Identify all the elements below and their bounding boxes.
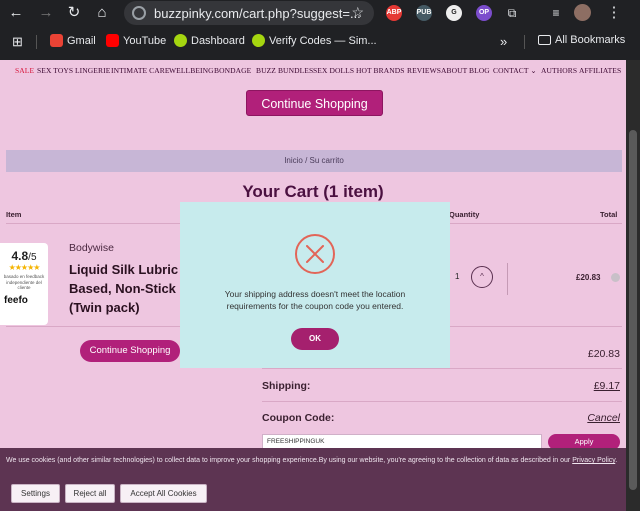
error-x-icon <box>295 234 335 274</box>
bookmark-divider <box>36 35 37 49</box>
cookie-reject-button[interactable]: Reject all <box>65 484 115 503</box>
apps-grid-icon[interactable]: ⊞ <box>12 34 23 50</box>
continue-shopping-button-bottom[interactable]: Continue Shopping <box>80 340 180 362</box>
bookmark-dashboard[interactable]: Dashboard <box>174 34 245 47</box>
nav-sale[interactable]: SALE <box>15 66 34 75</box>
bookmark-label: Dashboard <box>191 34 245 47</box>
bookmark-gmail[interactable]: Gmail <box>50 34 96 47</box>
rating-score: 4.8/5 <box>11 249 37 263</box>
subtotal-value: £20.83 <box>587 348 620 360</box>
bookmark-youtube[interactable]: YouTube <box>106 34 166 47</box>
youtube-icon <box>106 34 119 47</box>
nav-hot-brands[interactable]: HOT BRANDS <box>356 66 405 75</box>
nav-buzz-bundles[interactable]: BUZZ BUNDLES <box>256 66 313 75</box>
reading-list-icon[interactable]: ≡ <box>546 3 566 23</box>
menu-kebab-icon[interactable]: ⋮ <box>604 3 624 23</box>
coupon-cancel-link[interactable]: Cancel <box>587 412 620 424</box>
summary-divider <box>262 368 622 369</box>
rating-text: basado en feedback independiente del cli… <box>3 274 45 290</box>
nav-contact[interactable]: CONTACT ⌄ <box>493 66 537 75</box>
bookmark-label: Gmail <box>67 34 96 47</box>
bookmark-star-icon[interactable]: ☆ <box>351 4 364 21</box>
privacy-policy-link[interactable]: Privacy Policy <box>572 457 615 464</box>
scrollbar-thumb[interactable] <box>629 130 637 490</box>
feefo-rating-badge[interactable]: 4.8/5 ★★★★★ basado en feedback independi… <box>0 243 48 325</box>
nav-about[interactable]: ABOUT <box>441 66 467 75</box>
verify-icon <box>252 34 265 47</box>
cookie-text: We use cookies (and other similar techno… <box>6 456 620 466</box>
column-header-quantity: Quantity <box>449 210 480 219</box>
coupon-label: Coupon Code: <box>262 412 335 424</box>
dialog-message: Your shipping address doesn't meet the l… <box>224 289 406 311</box>
extension-icon-2[interactable]: OP <box>476 5 492 21</box>
rating-stars: ★★★★★ <box>8 263 41 272</box>
feefo-logo: feefo <box>4 294 28 306</box>
cookie-period: . <box>615 457 618 464</box>
shipping-label: Shipping: <box>262 380 311 392</box>
product-name-line: (Twin pack) <box>69 300 140 315</box>
extension-icon[interactable]: PUB <box>416 5 432 21</box>
main-navigation: SALE SEX TOYS LINGERIE INTIMATE CARE WEL… <box>0 66 626 80</box>
page-scrollbar[interactable] <box>626 60 640 511</box>
cart-title: Your Cart (1 item) <box>242 182 384 201</box>
nav-authors[interactable]: AUTHORS <box>541 66 577 75</box>
breadcrumb: Inicio / Su carrito <box>6 150 622 172</box>
nav-intimate-care[interactable]: INTIMATE CARE <box>111 66 170 75</box>
reload-icon[interactable]: ↻ <box>64 3 84 23</box>
url-text: buzzpinky.com/cart.php?suggest=... <box>154 6 361 21</box>
column-header-total: Total <box>600 210 618 219</box>
nav-bondage[interactable]: BONDAGE <box>214 66 251 75</box>
cookie-settings-button[interactable]: Settings <box>11 484 60 503</box>
all-bookmarks-label: All Bookmarks <box>555 34 626 46</box>
bookmark-divider <box>524 35 525 49</box>
grammar-extension-icon[interactable]: G <box>446 5 462 21</box>
cookie-message: We use cookies (and other similar techno… <box>6 457 571 464</box>
site-info-icon[interactable] <box>132 6 146 20</box>
home-icon[interactable]: ⌂ <box>92 3 112 23</box>
quantity-increase-button[interactable]: ^ <box>471 266 493 288</box>
product-name[interactable]: Liquid Silk Lubric Based, Non-Stick (Twi… <box>69 260 184 317</box>
browser-toolbar: ← → ↻ ⌂ buzzpinky.com/cart.php?suggest=.… <box>0 0 640 26</box>
continue-shopping-button-top[interactable]: Continue Shopping <box>246 90 383 116</box>
address-bar[interactable]: buzzpinky.com/cart.php?suggest=... ☆ <box>124 1 374 25</box>
nav-reviews[interactable]: REVIEWS <box>407 66 441 75</box>
bookmark-label: YouTube <box>123 34 167 47</box>
bookmark-label: Verify Codes — Sim... <box>269 34 377 47</box>
nav-affiliates[interactable]: AFFILIATES <box>579 66 621 75</box>
nav-lingerie[interactable]: LINGERIE <box>75 66 110 75</box>
nav-wellbeing[interactable]: WELLBEING <box>169 66 214 75</box>
product-brand: Bodywise <box>69 242 114 254</box>
quantity-value[interactable]: 1 <box>455 272 459 281</box>
forward-icon[interactable]: → <box>36 3 56 23</box>
bookmarks-bar: ⊞ Gmail YouTube Dashboard Verify Codes —… <box>0 30 640 54</box>
column-header-item: Item <box>6 210 22 219</box>
dialog-ok-button[interactable]: OK <box>291 328 339 350</box>
shipping-value[interactable]: £9.17 <box>594 380 620 392</box>
gmail-icon <box>50 34 63 47</box>
more-bookmarks-chevron[interactable]: » <box>500 34 507 49</box>
remove-item-icon[interactable] <box>611 273 620 282</box>
dashboard-icon <box>174 34 187 47</box>
nav-blog[interactable]: BLOG <box>469 66 490 75</box>
extensions-puzzle-icon[interactable]: ⧉ <box>502 3 522 23</box>
product-name-line: Based, Non-Stick <box>69 281 176 296</box>
line-total-price: £20.83 <box>576 273 601 282</box>
profile-avatar[interactable] <box>574 4 591 21</box>
coupon-error-dialog: Your shipping address doesn't meet the l… <box>180 202 450 368</box>
back-icon[interactable]: ← <box>6 3 26 23</box>
summary-divider <box>262 401 622 402</box>
adblock-extension-icon[interactable]: ABP <box>386 5 402 21</box>
nav-sex-dolls[interactable]: SEX DOLLS <box>313 66 354 75</box>
folder-icon <box>538 35 551 45</box>
quantity-divider <box>507 263 508 295</box>
cookie-accept-button[interactable]: Accept All Cookies <box>120 484 207 503</box>
page-content: SALE SEX TOYS LINGERIE INTIMATE CARE WEL… <box>0 60 626 511</box>
nav-sex-toys[interactable]: SEX TOYS <box>37 66 73 75</box>
cookie-consent-bar: We use cookies (and other similar techno… <box>0 448 626 511</box>
bookmark-verify-codes[interactable]: Verify Codes — Sim... <box>252 34 377 47</box>
all-bookmarks[interactable]: All Bookmarks <box>538 34 625 46</box>
browser-chrome: ← → ↻ ⌂ buzzpinky.com/cart.php?suggest=.… <box>0 0 640 60</box>
product-name-line: Liquid Silk Lubric <box>69 262 179 277</box>
